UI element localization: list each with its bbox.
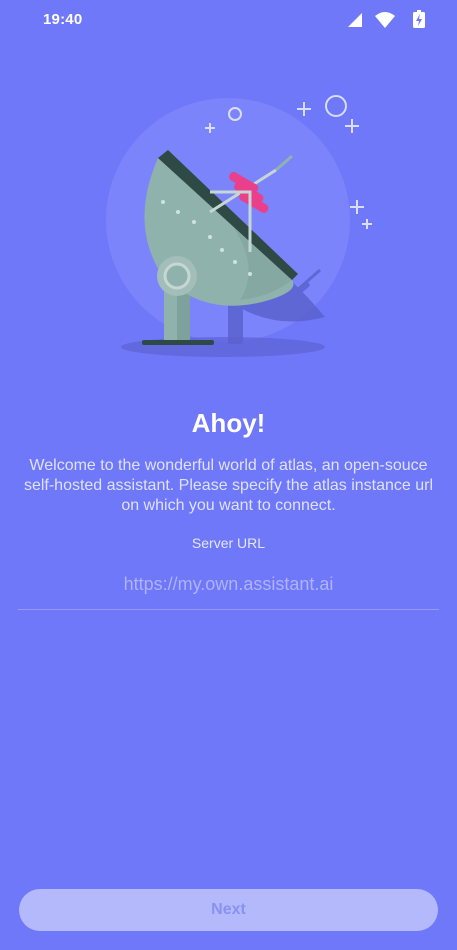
signal-icon bbox=[348, 13, 362, 27]
welcome-message: Welcome to the wonderful world of atlas,… bbox=[23, 457, 434, 514]
server-url-underline bbox=[18, 609, 439, 610]
battery-charging-icon bbox=[413, 10, 425, 28]
server-url-input[interactable] bbox=[18, 566, 439, 602]
server-url-label: Server URL bbox=[191, 535, 266, 551]
status-bar: 19:40 bbox=[0, 0, 457, 40]
welcome-title: Ahoy! bbox=[191, 408, 266, 438]
wifi-icon bbox=[375, 12, 395, 28]
status-time: 19:40 bbox=[43, 11, 83, 28]
dish-base bbox=[142, 340, 214, 345]
satellite-dish-illustration bbox=[106, 95, 372, 357]
next-button[interactable]: Next bbox=[19, 889, 438, 931]
